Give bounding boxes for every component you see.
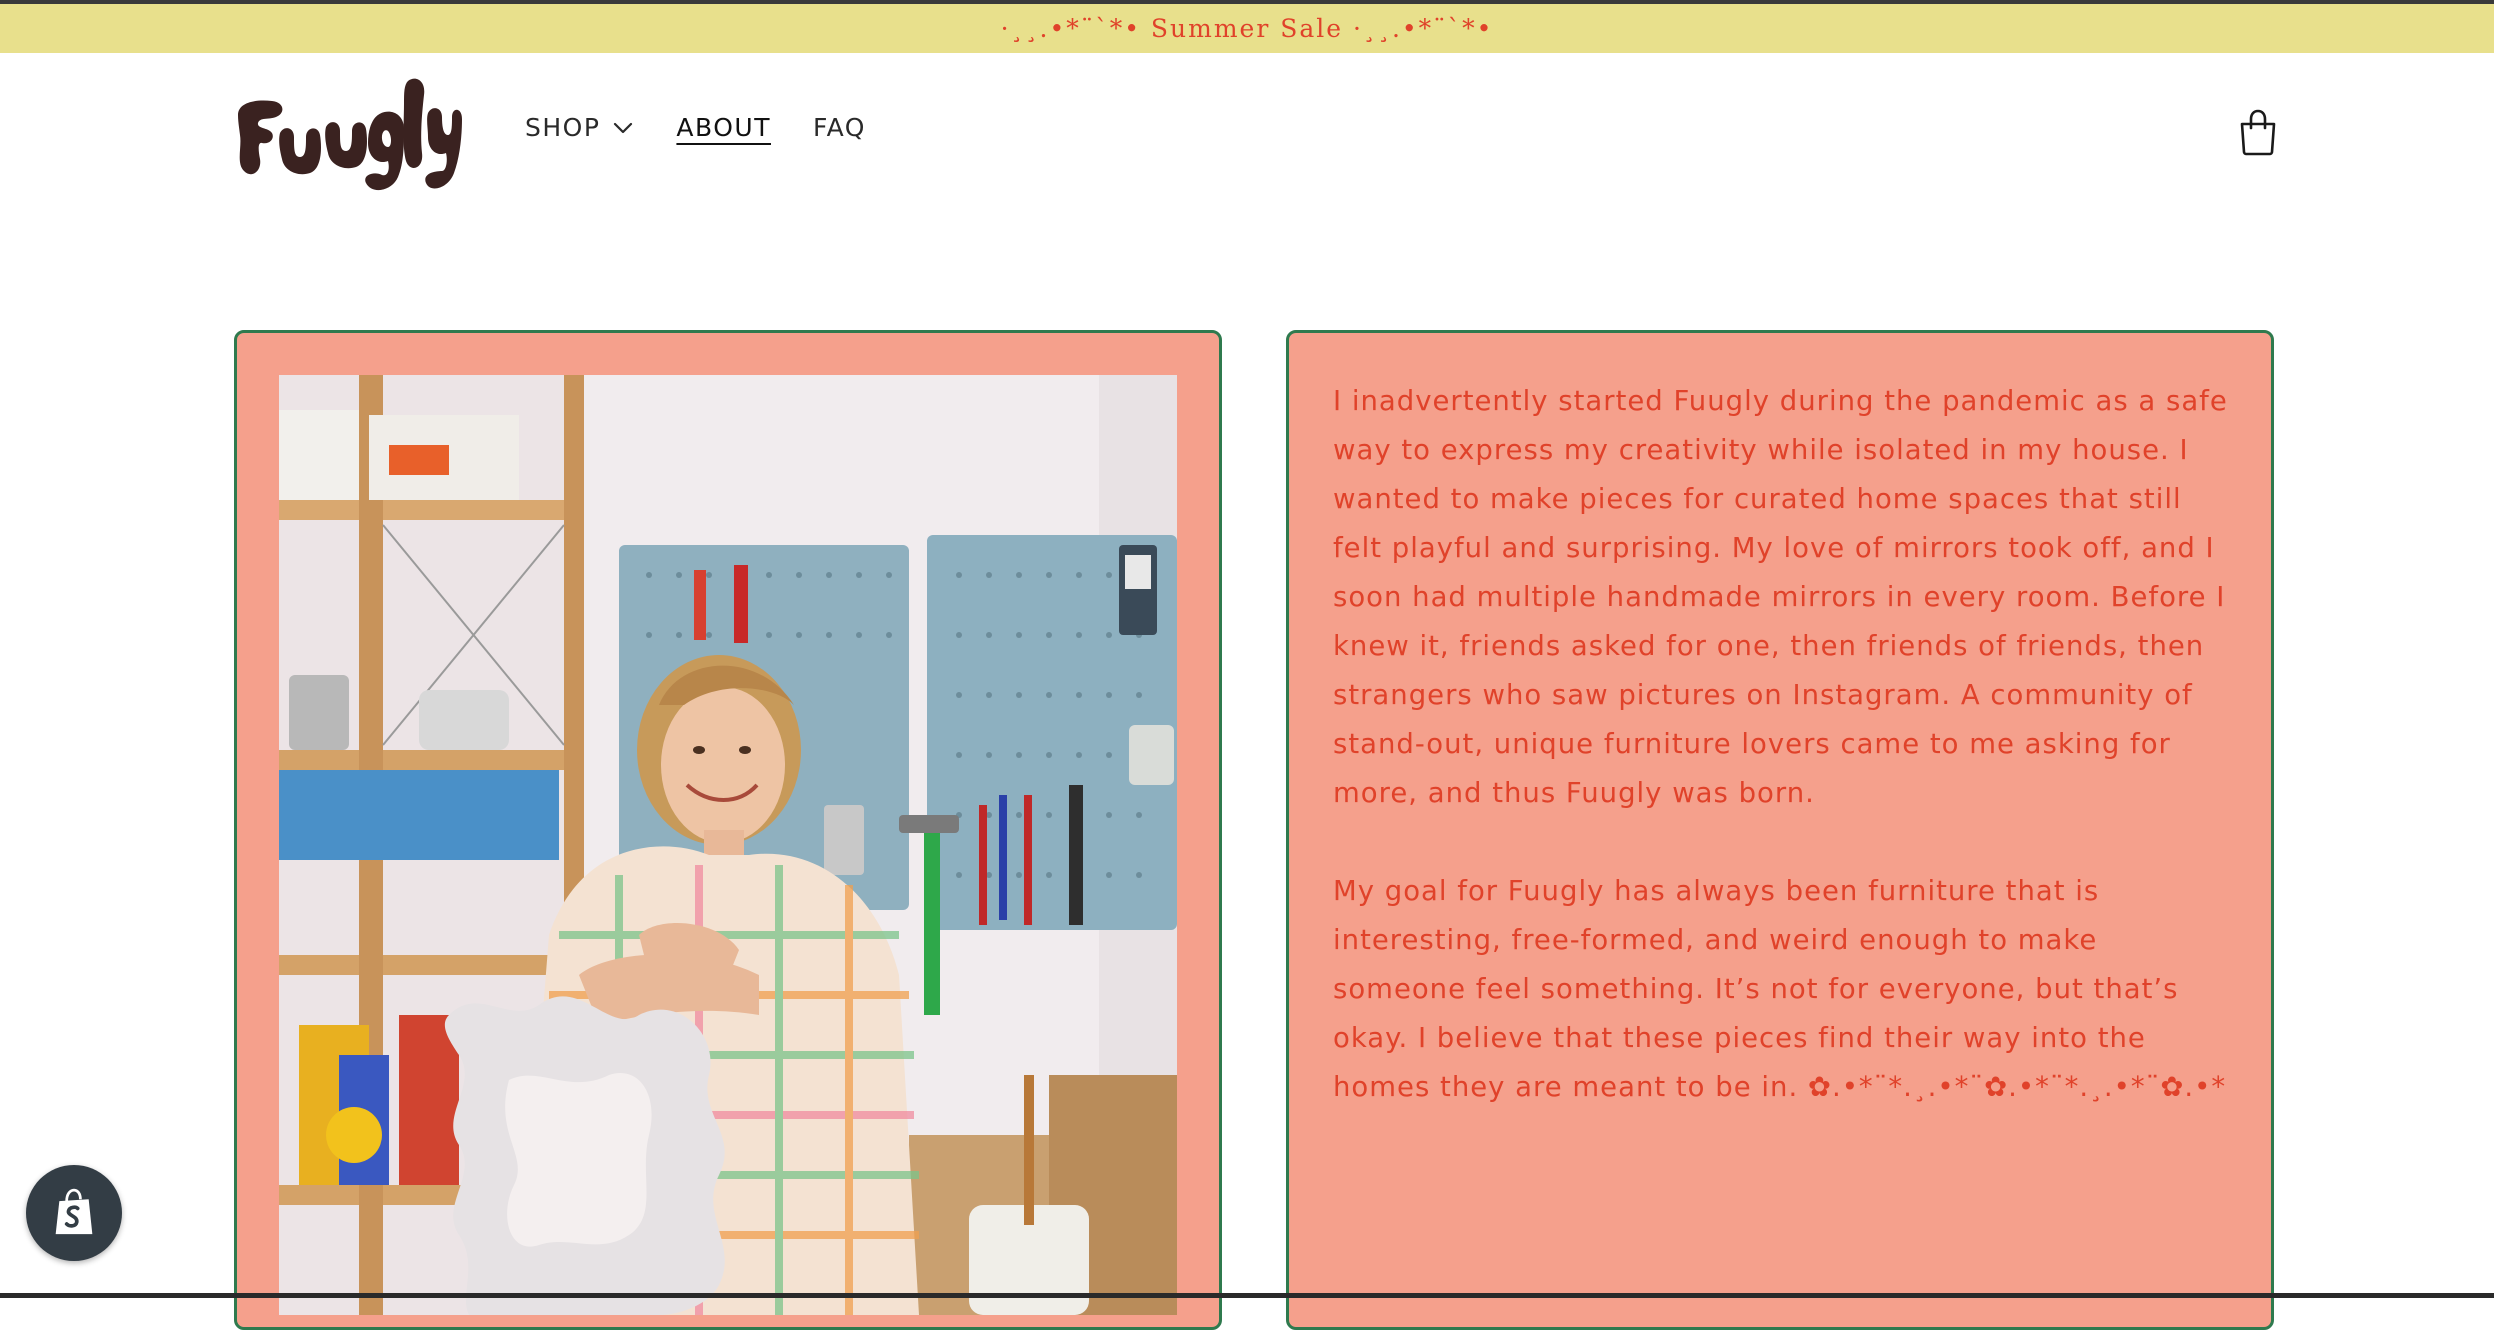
cart-button[interactable] bbox=[2238, 108, 2278, 156]
shopify-badge-button[interactable] bbox=[26, 1165, 122, 1261]
about-text-card: I inadvertently started Fuugly during th… bbox=[1286, 330, 2274, 1330]
about-paragraph-1: I inadvertently started Fuugly during th… bbox=[1333, 385, 2228, 809]
nav-about-label: ABOUT bbox=[676, 113, 771, 142]
brand-logo[interactable] bbox=[232, 73, 462, 203]
nav-shop[interactable]: SHOP bbox=[525, 113, 634, 142]
about-image-card bbox=[234, 330, 1222, 1330]
window-bottom-edge bbox=[0, 1293, 2494, 1298]
shopify-bag-icon bbox=[55, 1188, 93, 1235]
nav-shop-label: SHOP bbox=[525, 113, 601, 142]
nav-faq-label: FAQ bbox=[812, 113, 866, 142]
nav-about[interactable]: ABOUT bbox=[676, 113, 771, 142]
founder-photo bbox=[279, 375, 1177, 1315]
about-story: I inadvertently started Fuugly during th… bbox=[1333, 377, 2233, 1161]
fuugly-logo-icon bbox=[238, 78, 462, 191]
shopping-bag-icon bbox=[2240, 109, 2276, 156]
main-nav: SHOP ABOUT FAQ bbox=[525, 113, 908, 142]
about-paragraph-2: My goal for Fuugly has always been furni… bbox=[1333, 875, 2227, 1103]
site-header: SHOP ABOUT FAQ bbox=[0, 53, 2494, 223]
founder-photo-image bbox=[279, 375, 1177, 1315]
nav-faq[interactable]: FAQ bbox=[813, 113, 866, 142]
announcement-text: ·¸¸.•*¨`*• Summer Sale ·¸¸.•*¨`*• bbox=[1000, 14, 1494, 43]
announcement-bar: ·¸¸.•*¨`*• Summer Sale ·¸¸.•*¨`*• bbox=[0, 4, 2494, 53]
chevron-down-icon bbox=[614, 122, 633, 133]
